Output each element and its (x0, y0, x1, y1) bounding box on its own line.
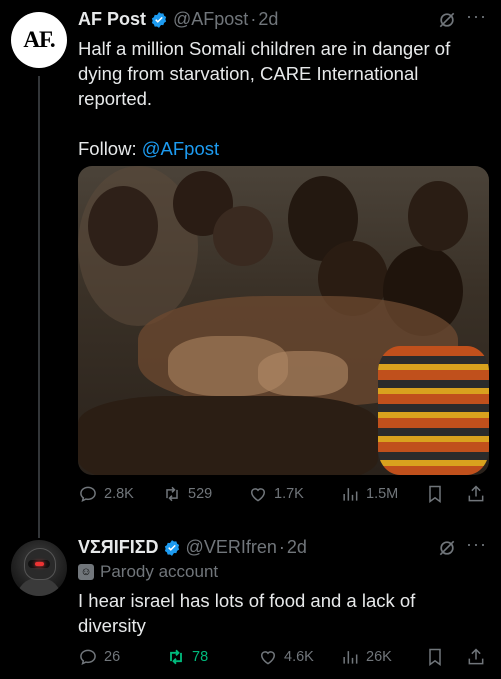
avatar[interactable]: AF. (11, 12, 67, 68)
separator-dot: · (278, 537, 285, 557)
reply-button[interactable]: 2.8K (78, 484, 134, 504)
verified-badge-icon (151, 11, 167, 28)
post-text-line: Half a million Somali children are in da… (78, 38, 451, 59)
photo-child-head (213, 206, 273, 266)
post-header: AF Post @AFpost · 2d (78, 9, 278, 30)
parody-label: ☺ Parody account (78, 562, 218, 582)
post-text-line: dying from starvation, CARE Internationa… (78, 63, 419, 84)
verified-badge-icon (164, 539, 179, 556)
separator-dot: · (250, 9, 257, 29)
parody-mask-icon: ☺ (78, 564, 94, 580)
reply-text: I hear israel has lots of food and a lac… (78, 588, 483, 638)
reply-header: VΣЯIFIΣD @VERIfren · 2d (78, 537, 307, 558)
repost-count: 529 (188, 486, 213, 502)
views-count: 1.5M (366, 486, 399, 502)
share-icon[interactable] (466, 484, 486, 504)
post-photo[interactable] (78, 166, 489, 475)
repost-icon (166, 486, 178, 502)
follow-label: Follow: (78, 138, 142, 159)
parody-label-text: Parody account (100, 562, 219, 581)
reply-count: 2.8K (104, 486, 134, 502)
avatar[interactable] (11, 540, 67, 596)
repost-icon (170, 649, 182, 665)
grok-icon[interactable] (437, 538, 457, 558)
avatar-logo-text: AF. (23, 27, 55, 52)
like-count: 4.6K (284, 649, 314, 665)
repost-button[interactable]: 529 (162, 484, 212, 504)
repost-count: 78 (192, 649, 209, 665)
post-text-line: reported. (78, 88, 153, 109)
bookmark-icon[interactable] (425, 484, 445, 504)
avatar-red-eye (35, 562, 44, 566)
avatar-figure (17, 578, 61, 596)
grok-icon[interactable] (437, 10, 457, 30)
reply-button[interactable]: 26 (78, 647, 120, 667)
heart-icon (250, 488, 266, 502)
like-button[interactable]: 1.7K (248, 484, 304, 504)
post-time[interactable]: 2d (258, 9, 278, 30)
author-name[interactable]: VΣЯIFIΣD (78, 537, 159, 558)
post-text: Half a million Somali children are in da… (78, 36, 483, 161)
follow-mention-link[interactable]: @AFpost (142, 138, 219, 159)
views-button[interactable]: 1.5M (340, 484, 398, 504)
reply-text-line: I hear israel has lots of food and a lac… (78, 590, 416, 611)
repost-button[interactable]: 78 (166, 647, 208, 667)
share-icon[interactable] (466, 647, 486, 667)
post-action-bar: 2.8K 529 1.7K 1.5M (78, 484, 493, 506)
photo-striped-shirt (378, 346, 489, 475)
reply-icon (80, 649, 96, 666)
views-icon (343, 488, 358, 501)
author-handle[interactable]: @AFpost (173, 9, 248, 30)
views-icon (343, 651, 358, 664)
reply-action-bar: 26 78 4.6K 26K (78, 647, 493, 669)
photo-foreground (78, 396, 378, 475)
photo-palm (258, 351, 348, 396)
photo-child-head (88, 186, 158, 266)
reply-count: 26 (104, 649, 121, 665)
author-name[interactable]: AF Post (78, 9, 146, 30)
follow-line: Follow: @AFpost (78, 136, 483, 161)
thread-line (38, 76, 40, 538)
reply-text-line: diversity (78, 615, 146, 636)
more-options-icon[interactable]: ··· (466, 6, 487, 27)
more-options-icon[interactable]: ··· (466, 534, 487, 555)
photo-child-head (408, 181, 468, 251)
like-count: 1.7K (274, 486, 304, 502)
bookmark-icon[interactable] (425, 647, 445, 667)
reply-icon (80, 486, 96, 503)
author-handle[interactable]: @VERIfren (186, 537, 277, 558)
like-button[interactable]: 4.6K (258, 647, 314, 667)
post-time[interactable]: 2d (287, 537, 307, 558)
heart-icon (260, 651, 276, 665)
views-button[interactable]: 26K (340, 647, 392, 667)
views-count: 26K (366, 649, 392, 665)
